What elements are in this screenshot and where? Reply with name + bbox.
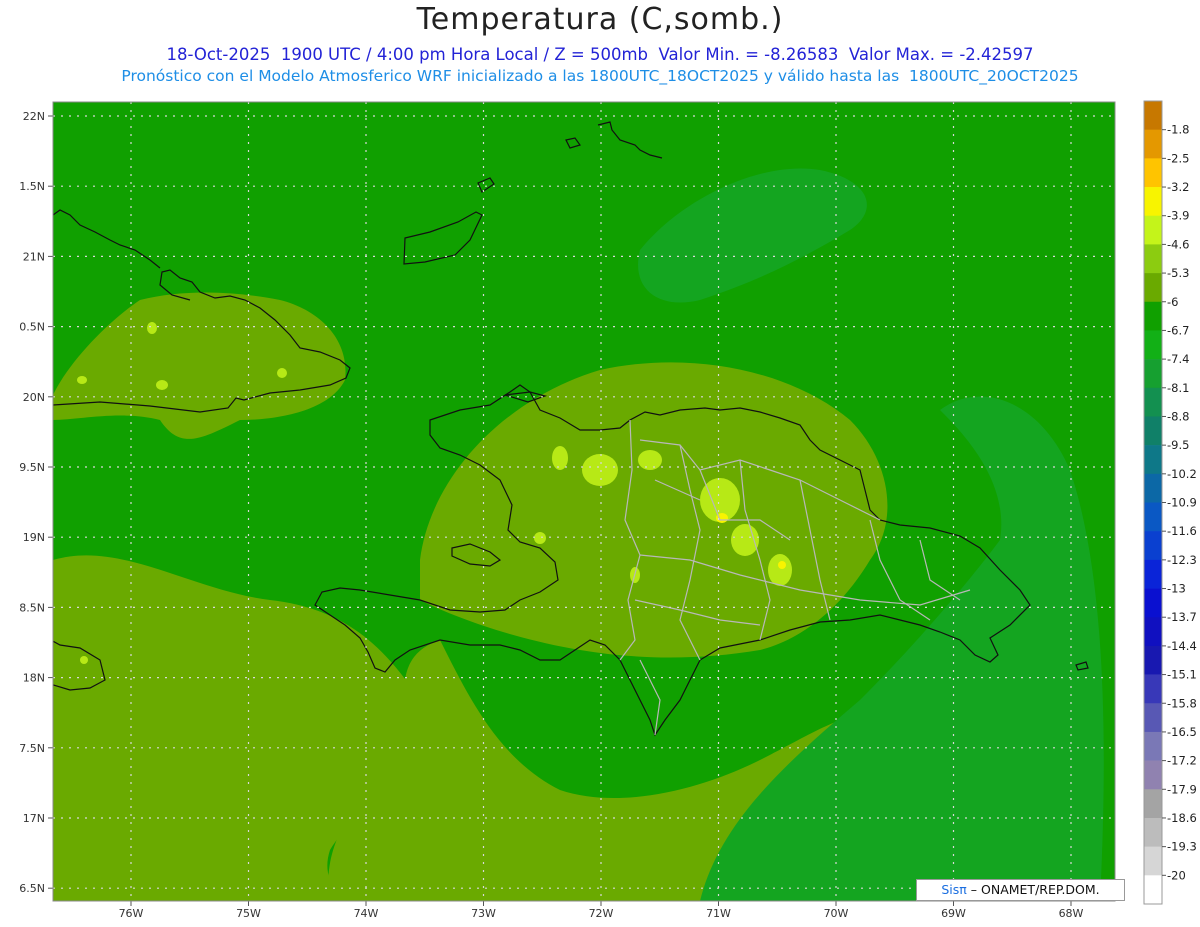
hotspot (156, 380, 168, 390)
colorbar-swatch (1144, 875, 1162, 905)
lon-tick-label: 75W (236, 907, 261, 920)
colorbar-swatch (1144, 301, 1162, 331)
colorbar-swatch (1144, 531, 1162, 561)
colorbar-swatch (1144, 158, 1162, 188)
colorbar-swatch (1144, 359, 1162, 389)
lat-tick-label: 7.5N (19, 742, 45, 755)
colorbar-label: -10.2 (1167, 467, 1197, 481)
colorbar-swatch (1144, 129, 1162, 159)
colorbar-label: -3.2 (1167, 180, 1189, 194)
lon-tick-label: 73W (471, 907, 496, 920)
hotspot (638, 450, 662, 470)
lon-tick-label: 68W (1059, 907, 1084, 920)
colorbar-label: -8.1 (1167, 381, 1189, 395)
lat-tick-label: 0.5N (19, 321, 45, 334)
colorbar-label: -20 (1167, 868, 1186, 882)
lat-tick-label: 8.5N (19, 601, 45, 614)
colorbar-swatch (1144, 330, 1162, 360)
colorbar-label: -15.8 (1167, 696, 1197, 710)
colorbar-label: -3.9 (1167, 209, 1189, 223)
colorbar-label: -9.5 (1167, 438, 1189, 452)
colorbar-label: -17.9 (1167, 782, 1197, 796)
colorbar-swatch (1144, 703, 1162, 733)
colorbar-label: -12.3 (1167, 553, 1197, 567)
colorbar-swatch (1144, 416, 1162, 446)
colorbar-label: -4.6 (1167, 237, 1189, 251)
colorbar-swatch (1144, 731, 1162, 761)
hotspot (731, 524, 759, 556)
lat-axis: 22N 1.5N 21N 0.5N 20N 9.5N 19N 8.5N 18N 7.5N 17N 6.… (19, 110, 53, 895)
colorbar: -1.8 -2.5 -3.2 -3.9 -4.6 -5.3 -6 -6.7 -7.4 -8.1 -8… (1143, 100, 1197, 905)
hotspot (582, 454, 618, 486)
lat-tick-label: 21N (23, 250, 45, 263)
colorbar-label: -1.8 (1167, 123, 1189, 137)
colorbar-swatch (1144, 387, 1162, 417)
colorbar-label: -6.7 (1167, 323, 1189, 337)
colorbar-swatch (1144, 789, 1162, 819)
credit-text: – ONAMET/REP.DOM. (970, 882, 1100, 897)
colorbar-label: -7.4 (1167, 352, 1189, 366)
colorbar-label: -14.4 (1167, 639, 1197, 653)
colorbar-label: -15.1 (1167, 668, 1197, 682)
colorbar-swatch (1144, 846, 1162, 876)
colorbar-label: -16.5 (1167, 725, 1197, 739)
colorbar-label: -2.5 (1167, 151, 1189, 165)
credit-box: Sisπ – ONAMET/REP.DOM. (916, 879, 1125, 901)
colorbar-swatch (1144, 244, 1162, 274)
lat-tick-label: 19N (23, 531, 45, 544)
colorbar-swatch (1144, 588, 1162, 618)
hotspot (80, 656, 88, 664)
lat-tick-label: 6.5N (19, 882, 45, 895)
colorbar-swatch (1144, 502, 1162, 532)
hotspot-core (778, 561, 786, 569)
cuba-east-tip (53, 214, 54, 215)
colorbar-swatch (1144, 215, 1162, 245)
lat-tick-label: 20N (23, 391, 45, 404)
colorbar-label: -11.6 (1167, 524, 1197, 538)
colorbar-swatch (1144, 817, 1162, 847)
lon-axis: 76W 75W 74W 73W 72W 71W 70W 69W 68W (119, 901, 1084, 920)
hotspot (768, 554, 792, 586)
colorbar-swatch (1144, 645, 1162, 675)
colorbar-label: -17.2 (1167, 754, 1197, 768)
lat-tick-label: 1.5N (19, 180, 45, 193)
colorbar-label: -10.9 (1167, 496, 1197, 510)
colorbar-label: -18.6 (1167, 811, 1197, 825)
colorbar-label: -13 (1167, 582, 1186, 596)
colorbar-label: -6 (1167, 295, 1178, 309)
lon-tick-label: 71W (706, 907, 731, 920)
colorbar-swatch (1144, 101, 1162, 130)
colorbar-swatch (1144, 559, 1162, 589)
colorbar-swatch (1144, 674, 1162, 704)
forecast-map: 22N 1.5N 21N 0.5N 20N 9.5N 19N 8.5N 18N 7.5N 17N 6.… (19, 100, 1197, 920)
lat-tick-label: 22N (23, 110, 45, 123)
lon-tick-label: 69W (941, 907, 966, 920)
lon-tick-label: 72W (589, 907, 614, 920)
colorbar-swatch (1144, 760, 1162, 790)
colorbar-label: -13.7 (1167, 610, 1197, 624)
lat-tick-label: 18N (23, 672, 45, 685)
colorbar-swatch (1144, 273, 1162, 303)
lat-tick-label: 17N (23, 812, 45, 825)
hotspot (77, 376, 87, 384)
lon-tick-label: 74W (354, 907, 379, 920)
lon-tick-label: 76W (119, 907, 144, 920)
colorbar-label: -5.3 (1167, 266, 1189, 280)
hotspot (277, 368, 287, 378)
colorbar-label: -19.3 (1167, 840, 1197, 854)
colorbar-swatch (1144, 473, 1162, 503)
colorbar-swatch (1144, 187, 1162, 217)
hotspot (534, 532, 546, 544)
colorbar-swatch (1144, 617, 1162, 647)
hotspot (147, 322, 157, 334)
lon-tick-label: 70W (824, 907, 849, 920)
colorbar-swatch (1144, 445, 1162, 475)
lat-tick-label: 9.5N (19, 461, 45, 474)
brand-logo: Sisπ (941, 882, 967, 897)
colorbar-label: -8.8 (1167, 409, 1189, 423)
